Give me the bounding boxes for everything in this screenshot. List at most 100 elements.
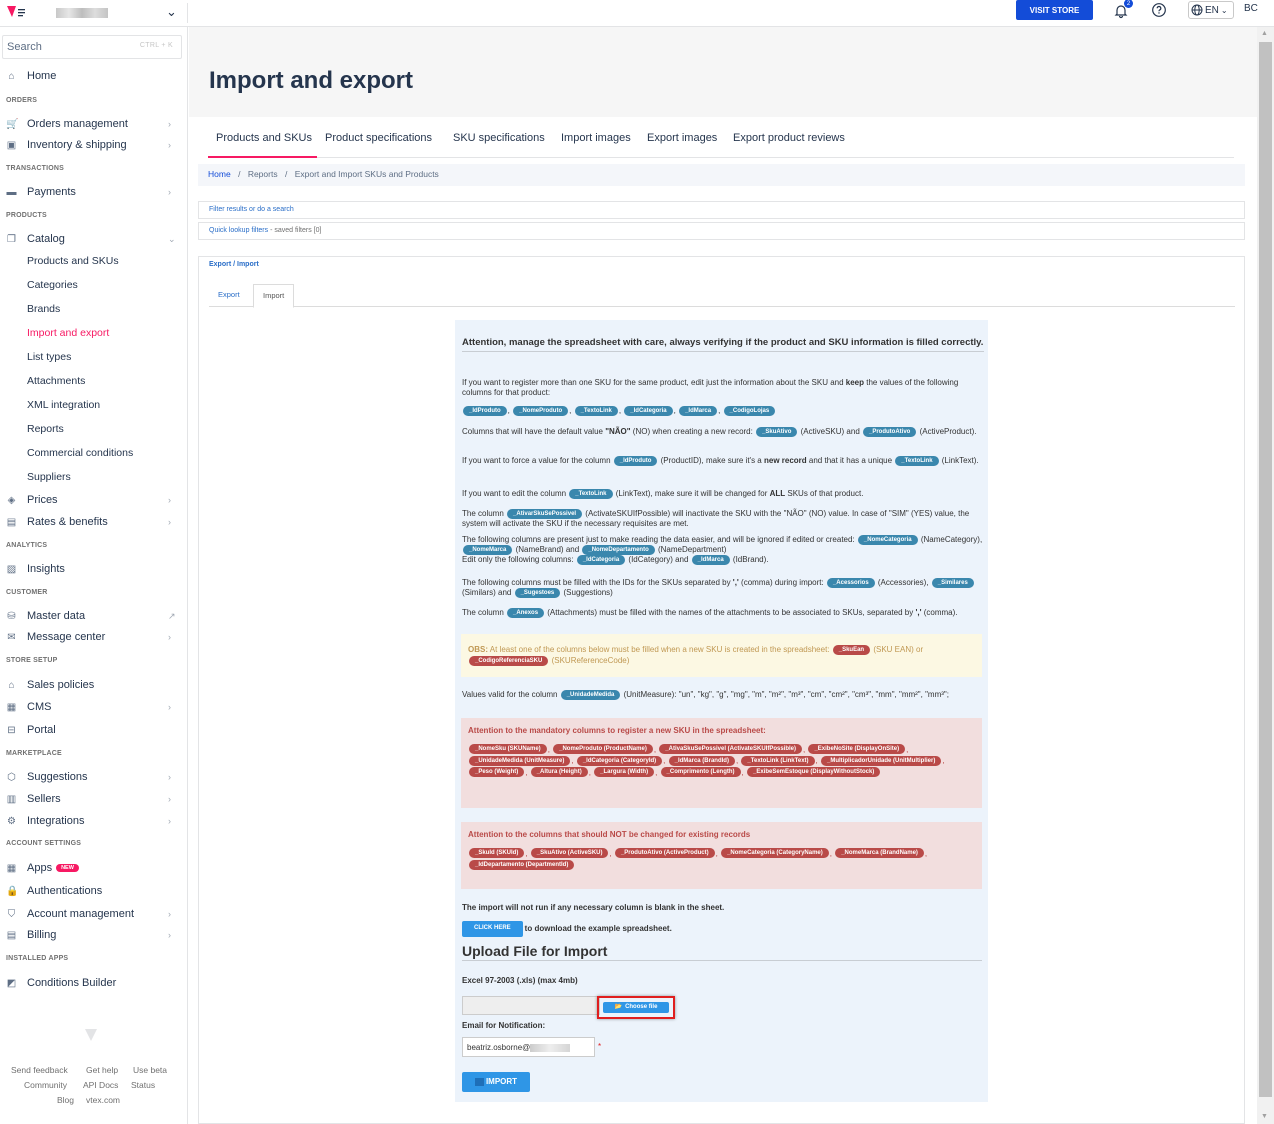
use-beta-link[interactable]: Use beta [133,1065,167,1075]
sidebar-item-cms[interactable]: ▦ CMS › [0,698,188,716]
sidebar-item-suggestions[interactable]: ⬡ Suggestions › [0,768,188,786]
community-link[interactable]: Community [24,1080,67,1090]
catalog-sub-attachments[interactable]: Attachments [27,375,85,387]
sidebar-item-label: Sales policies [27,679,95,691]
globe-icon [1191,4,1203,16]
get-help-link[interactable]: Get help [86,1065,118,1075]
section-marketplace: MARKETPLACE [6,750,62,757]
upload-icon [474,1078,484,1086]
tab-sku-specifications[interactable]: SKU specifications [453,132,545,158]
filter-bar[interactable]: Filter results or do a search [198,201,1245,219]
sidebar-item-inventory[interactable]: ▣ Inventory & shipping › [0,136,188,154]
quick-lookup-bar[interactable]: Quick lookup filters - saved filters [0] [198,222,1245,240]
column-pill: _SkuAtivo [756,427,798,437]
tab-import[interactable]: Import [253,284,295,308]
tab-export[interactable]: Export [209,284,249,307]
sidebar-item-payments[interactable]: ▬ Payments › [0,183,188,201]
choose-file-button[interactable]: 📂 Choose file [603,1002,669,1013]
instruction-5: The column _AtivarSkuSePossivel (Activat… [462,509,970,528]
column-pill: _IdMarca [679,406,718,416]
vtex-link[interactable]: vtex.com [86,1095,120,1105]
chevron-right-icon: › [168,187,171,197]
sidebar-item-prices[interactable]: ◈ Prices › [0,491,188,509]
plug-icon: ⚙ [7,815,16,827]
column-pill: _Largura (Width) [594,767,655,778]
sidebar-item-conditions-builder[interactable]: ◩ Conditions Builder [0,974,188,992]
tab-export-images[interactable]: Export images [647,132,717,158]
visit-store-button[interactable]: VISIT STORE [1016,0,1093,20]
column-pill: _IdMarca [691,555,730,565]
top-bar: ⌄ VISIT STORE 2 EN ⌄ BC [0,0,1274,27]
chevron-down-icon: ⌄ [166,4,177,19]
tab-import-images[interactable]: Import images [561,132,631,158]
catalog-sub-brands[interactable]: Brands [27,303,60,315]
user-avatar[interactable]: BC [1244,3,1258,14]
sidebar-item-integrations[interactable]: ⚙ Integrations › [0,812,188,830]
instruction-1-pills: _IdProduto, _NomeProduto, _TextoLink, _I… [462,406,984,416]
sidebar-item-orders-management[interactable]: 🛒 Orders management › [0,115,188,133]
breadcrumb-reports[interactable]: Reports [248,169,278,179]
billing-icon: ▤ [6,929,17,941]
file-path-field[interactable] [462,996,600,1015]
send-feedback-link[interactable]: Send feedback [11,1065,68,1075]
sidebar-item-insights[interactable]: ▨ Insights [0,560,188,578]
catalog-sub-reports[interactable]: Reports [27,423,64,435]
sidebar-item-master-data[interactable]: ⛁ Master data ↗ [0,607,188,625]
catalog-sub-products-skus[interactable]: Products and SKUs [27,255,119,267]
column-pill: _Acessorios [826,578,875,588]
instruction-7: The following columns must be filled wit… [462,578,984,598]
instruction-1: If you want to register more than one SK… [462,378,959,397]
catalog-sub-xml[interactable]: XML integration [27,399,100,411]
sidebar-item-portal[interactable]: ⊟ Portal [0,721,188,739]
tab-product-specifications[interactable]: Product specifications [325,132,432,158]
sidebar-item-home[interactable]: ⌂ Home [0,67,188,85]
column-pill: _NomeCategoria [857,535,918,545]
scroll-up-icon[interactable]: ▲ [1261,30,1268,37]
sidebar-item-account-management[interactable]: ⛉ Account management › [0,905,188,923]
language-selector[interactable]: EN ⌄ [1188,1,1234,19]
filter-link[interactable]: Filter results or do a search [209,206,294,213]
import-button[interactable]: IMPORT [462,1072,530,1092]
sidebar-item-billing[interactable]: ▤ Billing › [0,926,188,944]
instruction-9: Values valid for the column _UnidadeMedi… [462,690,949,700]
mandatory-title: Attention to the mandatory columns to re… [468,726,766,735]
section-store-setup: STORE SETUP [6,657,58,664]
sidebar-item-label: Inventory & shipping [27,139,127,151]
scrollbar-thumb[interactable] [1259,42,1272,1097]
click-here-button[interactable]: CLICK HERE [462,921,523,937]
chevron-down-icon: ⌄ [168,233,176,244]
search-input[interactable]: Search CTRL + K [2,35,182,59]
api-docs-link[interactable]: API Docs [83,1080,118,1090]
sidebar-item-sellers[interactable]: ▥ Sellers › [0,790,188,808]
sidebar-item-apps[interactable]: ▦ Apps NEW [0,859,188,877]
vtex-logo-icon[interactable] [5,5,29,19]
instruction-2: Columns that will have the default value… [462,427,977,437]
catalog-sub-commercial-conditions[interactable]: Commercial conditions [27,447,133,459]
status-link[interactable]: Status [131,1080,155,1090]
column-pill: _NomeSku (SKUName) [469,744,547,755]
sidebar-item-authentications[interactable]: 🔒 Authentications [0,882,188,900]
column-pill: _NomeDepartamento [582,545,655,555]
sidebar-item-sales-policies[interactable]: ⌂ Sales policies [0,676,188,694]
chevron-right-icon: › [168,632,171,642]
breadcrumb-home[interactable]: Home [208,169,231,179]
sidebar-item-message-center[interactable]: ✉ Message center › [0,628,188,646]
sellers-icon: ▥ [6,793,17,805]
tab-export-product-reviews[interactable]: Export product reviews [733,132,845,158]
scrollbar[interactable]: ▲ ▼ [1257,27,1274,1124]
catalog-sub-categories[interactable]: Categories [27,279,78,291]
blog-link[interactable]: Blog [57,1095,74,1105]
account-selector[interactable]: ⌄ [40,3,188,23]
catalog-sub-suppliers[interactable]: Suppliers [27,471,71,483]
catalog-sub-import-export[interactable]: Import and export [27,327,109,339]
catalog-sub-list-types[interactable]: List types [27,351,71,363]
help-icon[interactable] [1151,2,1167,18]
sidebar-item-catalog[interactable]: ❐ Catalog ⌄ [0,230,188,248]
email-field[interactable]: beatriz.osborne@ [462,1037,595,1057]
portal-icon: ⊟ [7,724,16,736]
scroll-down-icon[interactable]: ▼ [1261,1113,1268,1120]
tab-products-skus[interactable]: Products and SKUs [208,132,317,158]
sidebar-item-rates[interactable]: ▤ Rates & benefits › [0,513,188,531]
obs-warning: OBS: At least one of the columns below m… [461,634,982,677]
quick-lookup-link[interactable]: Quick lookup filters [209,227,268,234]
